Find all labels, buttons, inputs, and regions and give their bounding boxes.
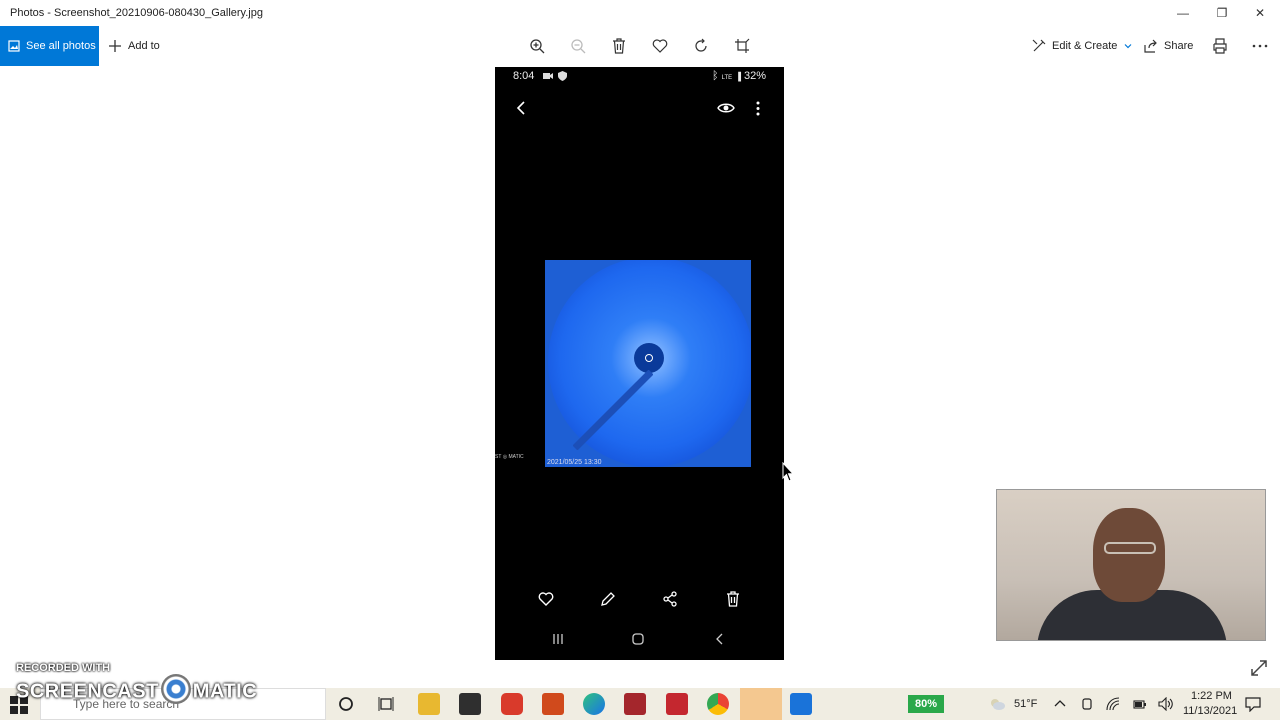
photos-icon (8, 40, 20, 52)
expand-icon[interactable] (1250, 659, 1268, 677)
brand-left: SCREENCAST (16, 680, 159, 703)
access-icon[interactable] (624, 693, 646, 715)
back-arrow-icon (516, 101, 525, 115)
phone-pencil-icon (599, 590, 617, 608)
rotate-icon[interactable] (691, 36, 711, 56)
nav-back-icon (712, 632, 726, 646)
store-icon[interactable] (459, 693, 481, 715)
shield-icon (558, 71, 567, 81)
occulter-pylon (573, 370, 653, 450)
volume-icon[interactable] (1158, 697, 1174, 711)
edit-create-icon (1032, 39, 1046, 52)
network-label: LTE (721, 75, 733, 81)
image-timestamp: 2021/05/25 13:30 (547, 459, 602, 466)
phone-status-time: 8:04 (513, 70, 535, 82)
app-red-icon[interactable] (501, 693, 523, 715)
sun-circle (645, 354, 653, 362)
share-label: Share (1164, 40, 1194, 52)
task-view-icon[interactable] (378, 696, 394, 712)
edge-icon[interactable] (583, 693, 605, 715)
app-toolbar: See all photos Add to Edit & Create Shar… (0, 26, 1280, 66)
notifications-icon[interactable] (1245, 696, 1261, 712)
brand-right: MATIC (192, 680, 258, 703)
add-to-button[interactable]: Add to (108, 26, 160, 66)
photos-app-icon[interactable] (790, 693, 812, 715)
battery-icon[interactable] (1133, 698, 1147, 710)
wifi-icon[interactable] (1106, 697, 1120, 711)
webcam-glasses (1104, 542, 1156, 554)
zoom-out-icon[interactable] (568, 36, 588, 56)
clock-date[interactable]: 11/13/2021 (1183, 705, 1237, 717)
heart-icon[interactable] (650, 36, 670, 56)
phone-status-right: ᛒ LTE ▐ 32% (712, 70, 766, 82)
phone-heart-icon (537, 590, 555, 608)
window-title: Photos - Screenshot_20210906-080430_Gall… (10, 7, 263, 19)
delete-icon[interactable] (609, 36, 629, 56)
recorded-with-label: RECORDED WITH (16, 662, 111, 674)
chrome-icon[interactable] (707, 693, 729, 715)
app-orange-icon[interactable] (542, 693, 564, 715)
crop-icon[interactable] (732, 36, 752, 56)
title-bar: Photos - Screenshot_20210906-080430_Gall… (0, 0, 1280, 26)
print-icon[interactable] (1210, 36, 1230, 56)
zoom-in-icon[interactable] (527, 36, 547, 56)
photo-viewer-image: 8:04 ᛒ LTE ▐ 32% 2021/05/25 13:30 ST ◎ M… (495, 67, 784, 660)
share-button[interactable]: Share (1144, 26, 1193, 66)
mouse-cursor-icon (782, 462, 794, 482)
add-to-label: Add to (128, 40, 160, 52)
minimize-button[interactable]: — (1164, 3, 1202, 23)
weather-temp[interactable]: 51°F (1014, 698, 1037, 710)
screencast-logo-icon (160, 674, 191, 704)
see-all-photos-button[interactable]: See all photos (0, 26, 99, 66)
phone-share-icon (661, 590, 679, 608)
share-icon (1144, 39, 1157, 53)
edit-create-label: Edit & Create (1052, 40, 1118, 52)
chevron-down-icon (1124, 44, 1132, 49)
eye-icon (717, 103, 735, 113)
coronagraph-image: 2021/05/25 13:30 (545, 260, 751, 467)
plus-icon (109, 40, 121, 52)
snagit-icon[interactable] (666, 693, 688, 715)
weather-icon (991, 699, 1005, 710)
bluetooth-icon: ᛒ (711, 70, 719, 82)
battery-percent-badge[interactable]: 80% (908, 695, 944, 713)
edit-create-button[interactable]: Edit & Create (1032, 26, 1133, 66)
kebab-menu-icon (756, 101, 760, 116)
more-icon[interactable] (1250, 36, 1270, 56)
phone-battery-label: 32% (743, 70, 766, 82)
chevron-up-icon[interactable] (1054, 699, 1066, 707)
restore-button[interactable]: ❐ (1203, 3, 1241, 23)
camera-notification-icon (543, 73, 553, 79)
cortana-icon[interactable] (338, 696, 354, 712)
recent-apps-icon (551, 632, 565, 646)
close-button[interactable]: ✕ (1241, 3, 1279, 23)
file-explorer-icon[interactable] (418, 693, 440, 715)
clock-time[interactable]: 1:22 PM (1191, 690, 1232, 702)
phone-trash-icon (724, 590, 742, 608)
see-all-photos-label: See all photos (26, 40, 96, 52)
webcam-overlay (996, 489, 1266, 641)
signal-icon: ▐ (735, 72, 741, 81)
screencast-o-matic-logo: SCREENCAST MATIC (16, 674, 258, 704)
meet-now-icon[interactable] (1081, 697, 1093, 711)
home-icon (631, 632, 645, 646)
webcam-presenter (1093, 508, 1165, 602)
screencast-active-icon[interactable] (740, 688, 782, 720)
embedded-watermark: ST ◎ MATIC (495, 454, 524, 460)
